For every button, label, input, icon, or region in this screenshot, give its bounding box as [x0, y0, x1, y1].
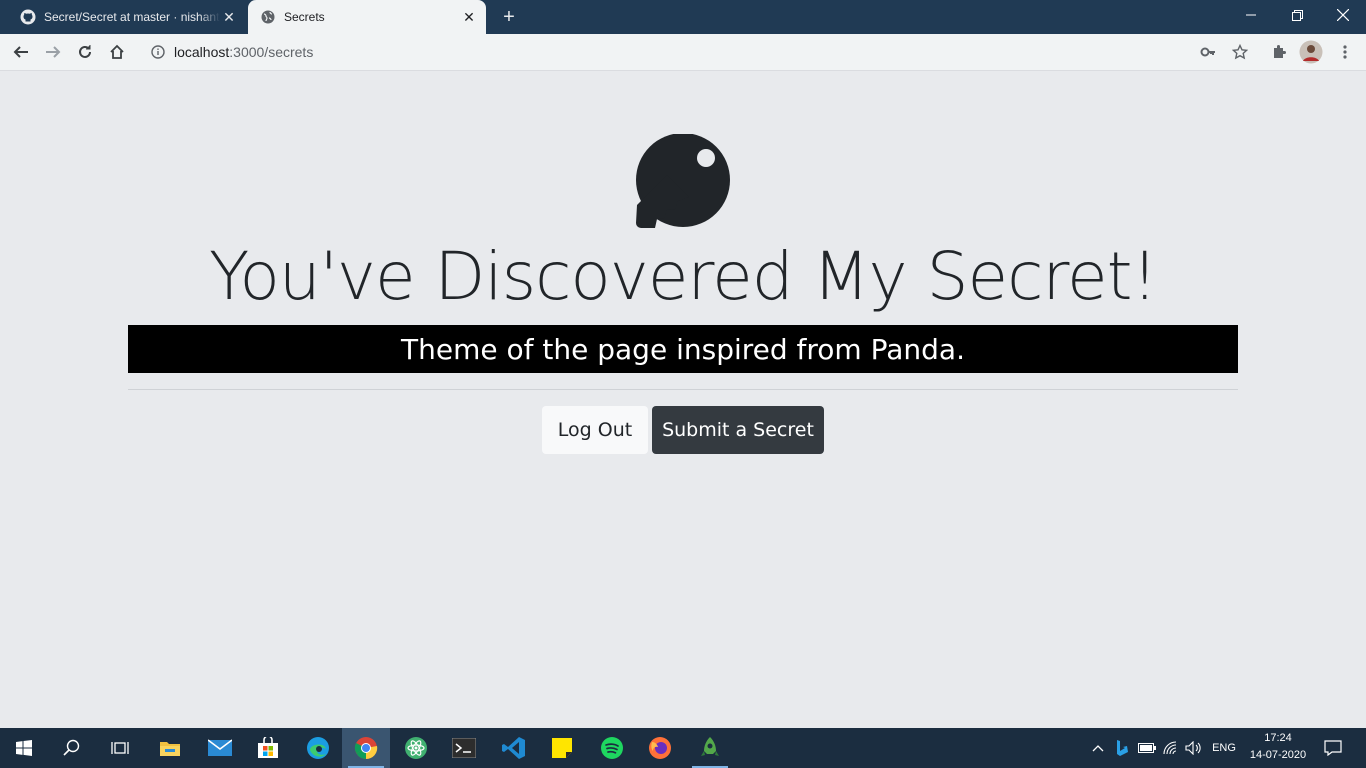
browser-toolbar: localhost:3000/secrets: [0, 34, 1366, 71]
info-icon[interactable]: [150, 44, 166, 60]
clock-time: 17:24: [1264, 732, 1292, 744]
bing-icon[interactable]: [1112, 728, 1132, 768]
tab-secrets[interactable]: Secrets ✕: [248, 0, 486, 34]
github-icon: [20, 9, 36, 25]
divider: [128, 389, 1238, 390]
store-icon[interactable]: [244, 728, 292, 768]
extensions-icon[interactable]: [1266, 39, 1292, 65]
notifications-icon[interactable]: [1320, 728, 1346, 768]
wifi-icon[interactable]: [1160, 728, 1182, 768]
battery-icon[interactable]: [1136, 728, 1158, 768]
bookmark-star-icon[interactable]: [1232, 44, 1248, 60]
language-indicator[interactable]: ENG: [1206, 728, 1242, 768]
robo3t-icon[interactable]: [686, 728, 734, 768]
close-window-icon[interactable]: [1320, 0, 1366, 30]
chrome-icon[interactable]: [342, 728, 390, 768]
address-bar[interactable]: localhost:3000/secrets: [140, 37, 1258, 67]
tab-github[interactable]: Secret/Secret at master · nishanth ✕: [8, 0, 246, 34]
globe-icon: [260, 9, 276, 25]
home-icon[interactable]: [104, 39, 130, 65]
clock-date: 14-07-2020: [1249, 749, 1307, 761]
reload-icon[interactable]: [72, 39, 98, 65]
forward-icon[interactable]: [40, 39, 66, 65]
windows-start-icon[interactable]: [0, 728, 48, 768]
task-view-icon[interactable]: [96, 728, 144, 768]
page-content: You've Discovered My Secret! Theme of th…: [0, 72, 1366, 728]
key-icon: [634, 133, 732, 232]
close-tab-icon[interactable]: ✕: [220, 8, 238, 26]
avatar[interactable]: [1298, 39, 1324, 65]
volume-icon[interactable]: [1183, 728, 1205, 768]
vscode-icon[interactable]: [490, 728, 538, 768]
spotify-icon[interactable]: [588, 728, 636, 768]
terminal-icon[interactable]: [440, 728, 488, 768]
restore-icon[interactable]: [1274, 0, 1320, 30]
edge-icon[interactable]: [294, 728, 342, 768]
theme-banner: Theme of the page inspired from Panda.: [128, 325, 1238, 373]
tab-title: Secret/Secret at master · nishanth: [44, 10, 220, 24]
close-tab-icon[interactable]: ✕: [460, 8, 478, 26]
new-tab-button[interactable]: +: [498, 6, 520, 28]
menu-icon[interactable]: [1332, 39, 1358, 65]
logout-button[interactable]: Log Out: [542, 406, 648, 454]
tab-title: Secrets: [284, 10, 325, 24]
url-path: :3000/secrets: [229, 44, 314, 60]
file-explorer-icon[interactable]: [146, 728, 194, 768]
show-hidden-icons-icon[interactable]: [1088, 728, 1108, 768]
password-key-icon[interactable]: [1200, 44, 1216, 60]
clock[interactable]: 17:24 14-07-2020: [1244, 730, 1312, 766]
mail-icon[interactable]: [196, 728, 244, 768]
back-icon[interactable]: [8, 39, 34, 65]
search-icon[interactable]: [48, 728, 96, 768]
sticky-notes-icon[interactable]: [538, 728, 586, 768]
url-host: localhost: [174, 44, 230, 60]
firefox-icon[interactable]: [636, 728, 684, 768]
tab-strip: Secret/Secret at master · nishanth ✕ Sec…: [0, 0, 1366, 34]
taskbar: ENG 17:24 14-07-2020: [0, 728, 1366, 768]
minimize-icon[interactable]: [1228, 0, 1274, 30]
atom-icon[interactable]: [392, 728, 440, 768]
url-text[interactable]: localhost:3000/secrets: [174, 44, 313, 60]
page-title: You've Discovered My Secret!: [209, 238, 1158, 315]
submit-secret-button[interactable]: Submit a Secret: [652, 406, 824, 454]
